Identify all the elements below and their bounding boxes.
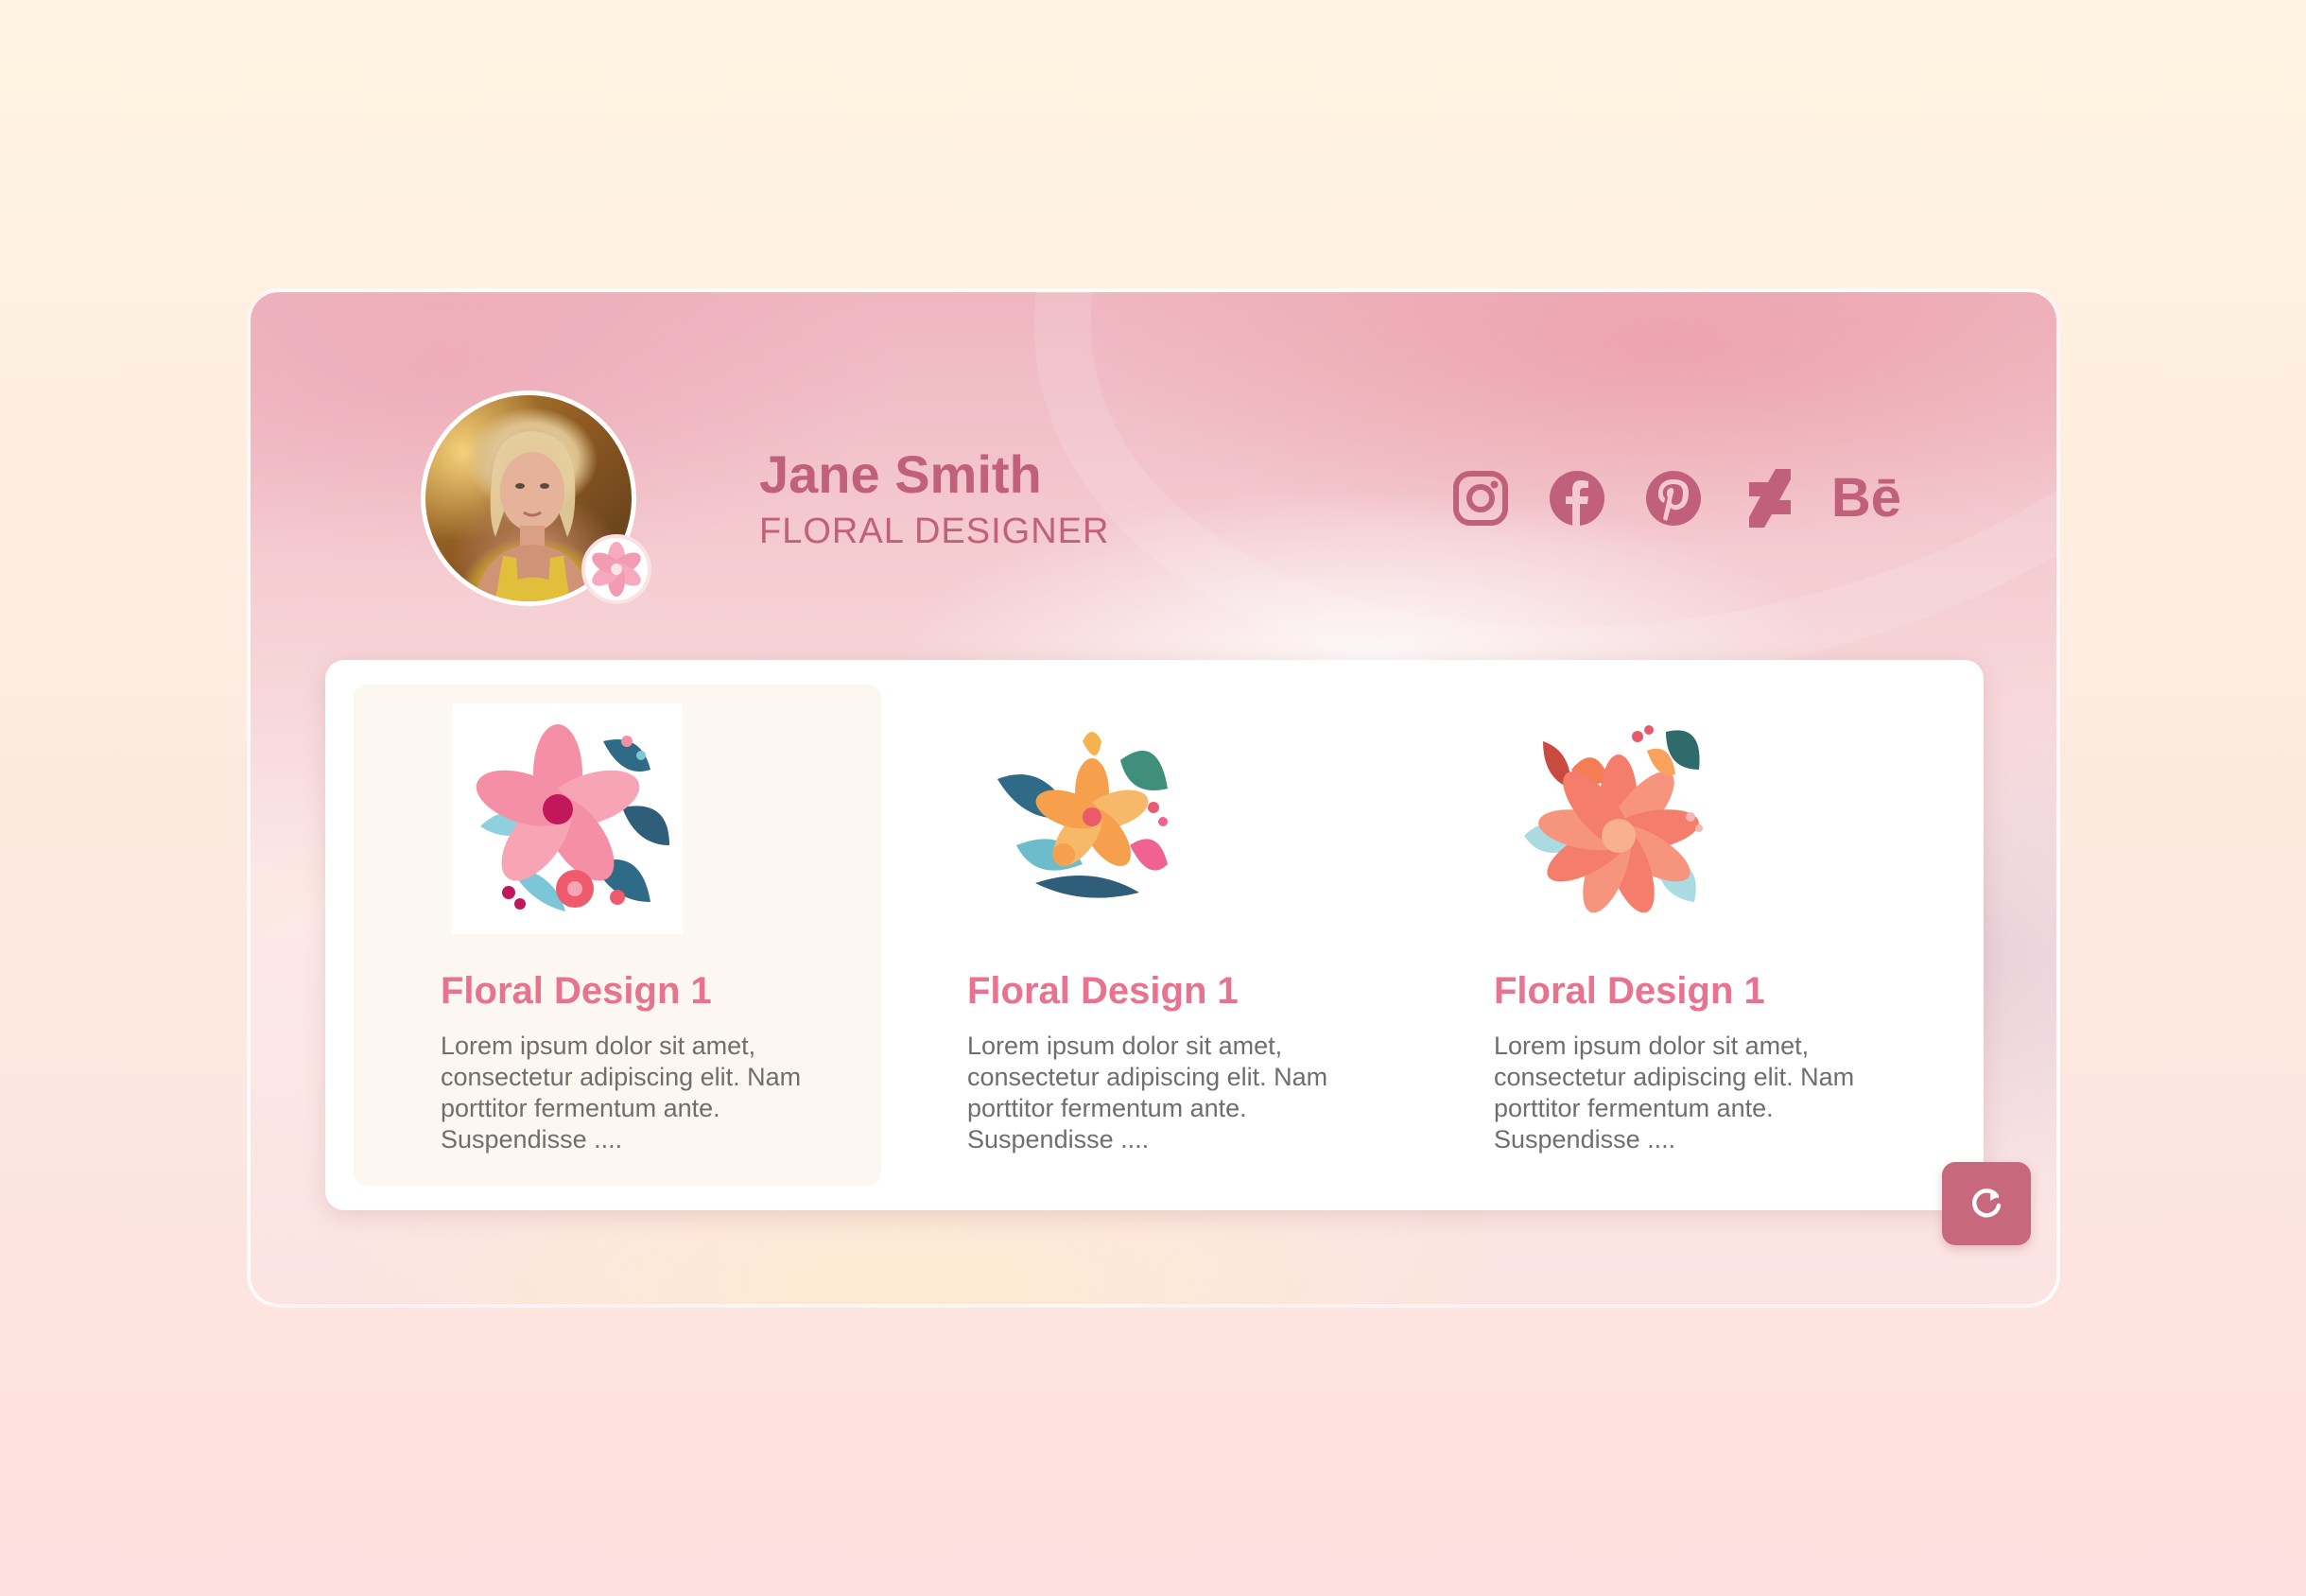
facebook-icon[interactable] [1548, 469, 1606, 528]
item-description: Lorem ipsum dolor sit amet, consectetur … [441, 1032, 802, 1154]
refresh-icon [1972, 1188, 2002, 1218]
flower-badge-icon [581, 534, 651, 604]
gallery-panel: Floral Design 1 Lorem ipsum dolor sit am… [325, 660, 1984, 1210]
gallery-item[interactable]: Floral Design 1 Lorem ipsum dolor sit am… [354, 685, 881, 1186]
social-links: Bē [1451, 469, 1901, 528]
item-description: Lorem ipsum dolor sit amet, consectetur … [1494, 1032, 1855, 1154]
item-title: Floral Design 1 [441, 970, 712, 1012]
deviantart-icon[interactable] [1741, 469, 1799, 528]
item-title: Floral Design 1 [967, 970, 1239, 1012]
item-title: Floral Design 1 [1494, 970, 1765, 1012]
profile-card: Jane Smith FLORAL DESIGNER Bē Floral Des… [247, 288, 2060, 1308]
floral-design-image [979, 703, 1209, 934]
instagram-icon[interactable] [1451, 469, 1510, 528]
floral-design-image [1505, 703, 1736, 934]
floral-design-image [452, 703, 683, 934]
gallery-item[interactable]: Floral Design 1 Lorem ipsum dolor sit am… [1407, 685, 1934, 1186]
gallery-item[interactable]: Floral Design 1 Lorem ipsum dolor sit am… [880, 685, 1408, 1186]
pinterest-icon[interactable] [1644, 469, 1703, 528]
refresh-button[interactable] [1942, 1162, 2031, 1245]
behance-icon[interactable]: Bē [1831, 469, 1901, 528]
profile-title: FLORAL DESIGNER [759, 512, 1110, 551]
profile-name: Jane Smith [759, 444, 1042, 504]
item-description: Lorem ipsum dolor sit amet, consectetur … [967, 1032, 1328, 1154]
avatar[interactable] [421, 390, 651, 606]
